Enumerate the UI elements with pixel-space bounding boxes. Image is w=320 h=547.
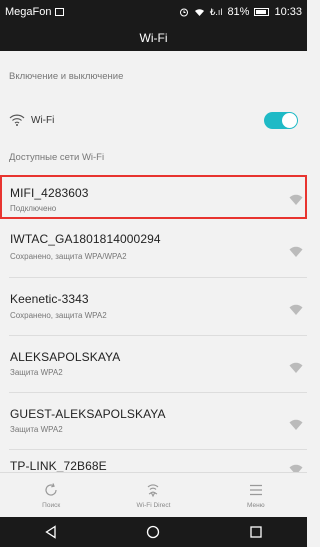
toggle-section-header: Включение и выключение bbox=[0, 51, 307, 101]
toggle-section-header-text: Включение и выключение bbox=[9, 70, 124, 82]
page-title: Wi-Fi bbox=[139, 30, 168, 45]
alarm-icon bbox=[179, 8, 188, 17]
wifi-secure-signal-icon bbox=[289, 362, 303, 373]
battery-percent: 81% bbox=[227, 6, 250, 18]
network-item[interactable]: MIFI_4283603 Подключено bbox=[0, 175, 307, 219]
menu-button[interactable]: Меню bbox=[205, 473, 307, 517]
network-name: Keenetic-3343 bbox=[10, 292, 89, 306]
wifi-secure-signal-icon bbox=[289, 246, 303, 257]
wifi-direct-button-label: Wi-Fi Direct bbox=[136, 501, 171, 509]
carrier-label: MegaFon bbox=[5, 6, 52, 18]
network-name: GUEST-ALEKSAPOLSKAYA bbox=[10, 407, 166, 421]
menu-button-label: Меню bbox=[247, 501, 265, 509]
network-item[interactable]: Keenetic-3343 Сохранено, защита WPA2 bbox=[0, 280, 307, 336]
navigation-bar bbox=[0, 517, 307, 547]
search-button-label: Поиск bbox=[42, 501, 61, 509]
back-icon[interactable] bbox=[44, 525, 58, 539]
wifi-icon bbox=[9, 114, 25, 126]
home-icon[interactable] bbox=[146, 525, 160, 539]
divider bbox=[9, 449, 307, 450]
wifi-direct-icon bbox=[148, 483, 159, 497]
network-item[interactable]: ALEKSAPOLSKAYA Защита WPA2 bbox=[0, 338, 307, 394]
networks-section-header: Доступные сети Wi-Fi bbox=[0, 139, 307, 175]
wifi-secure-signal-icon bbox=[289, 464, 303, 472]
networks-section-header-text: Доступные сети Wi-Fi bbox=[9, 151, 105, 163]
signal-strength-text: ₺.ıl bbox=[209, 6, 223, 17]
wifi-secure-signal-icon bbox=[289, 419, 303, 430]
battery-icon bbox=[254, 8, 270, 16]
network-item[interactable]: GUEST-ALEKSAPOLSKAYA Защита WPA2 bbox=[0, 395, 307, 451]
wifi-toggle-label: Wi-Fi bbox=[31, 114, 55, 126]
network-item[interactable]: TP-LINK_72B68E bbox=[0, 452, 307, 472]
network-status: Подключено bbox=[10, 204, 57, 213]
network-status: Защита WPA2 bbox=[10, 425, 63, 434]
network-name: ALEKSAPOLSKAYA bbox=[10, 350, 121, 364]
wifi-signal-icon bbox=[289, 194, 303, 205]
refresh-icon bbox=[45, 482, 57, 496]
clock: 10:33 bbox=[274, 6, 302, 18]
search-button[interactable]: Поиск bbox=[0, 473, 102, 517]
wifi-status-icon bbox=[194, 8, 204, 16]
network-name: MIFI_4283603 bbox=[10, 186, 89, 200]
recent-apps-icon[interactable] bbox=[249, 525, 263, 539]
sim-card-icon bbox=[55, 8, 65, 16]
bottom-action-bar: Поиск Wi-Fi Direct Меню bbox=[0, 472, 307, 517]
network-status: Защита WPA2 bbox=[10, 368, 63, 377]
network-name: IWTAC_GA1801814000294 bbox=[10, 232, 161, 246]
divider bbox=[9, 277, 307, 278]
menu-icon bbox=[249, 484, 262, 495]
wifi-direct-button[interactable]: Wi-Fi Direct bbox=[102, 473, 204, 517]
status-bar: MegaFon ₺.ıl 81% 10:33 bbox=[0, 0, 307, 24]
divider bbox=[9, 392, 307, 393]
wifi-toggle-row[interactable]: Wi-Fi bbox=[0, 101, 307, 139]
title-bar: Wi-Fi bbox=[0, 24, 307, 51]
network-status: Сохранено, защита WPA/WPA2 bbox=[10, 252, 127, 261]
network-status: Сохранено, защита WPA2 bbox=[10, 311, 107, 320]
wifi-toggle-switch[interactable] bbox=[264, 111, 298, 129]
wifi-secure-signal-icon bbox=[289, 304, 303, 315]
divider bbox=[9, 335, 307, 336]
network-name: TP-LINK_72B68E bbox=[10, 459, 107, 472]
network-item[interactable]: IWTAC_GA1801814000294 Сохранено, защита … bbox=[0, 222, 307, 278]
